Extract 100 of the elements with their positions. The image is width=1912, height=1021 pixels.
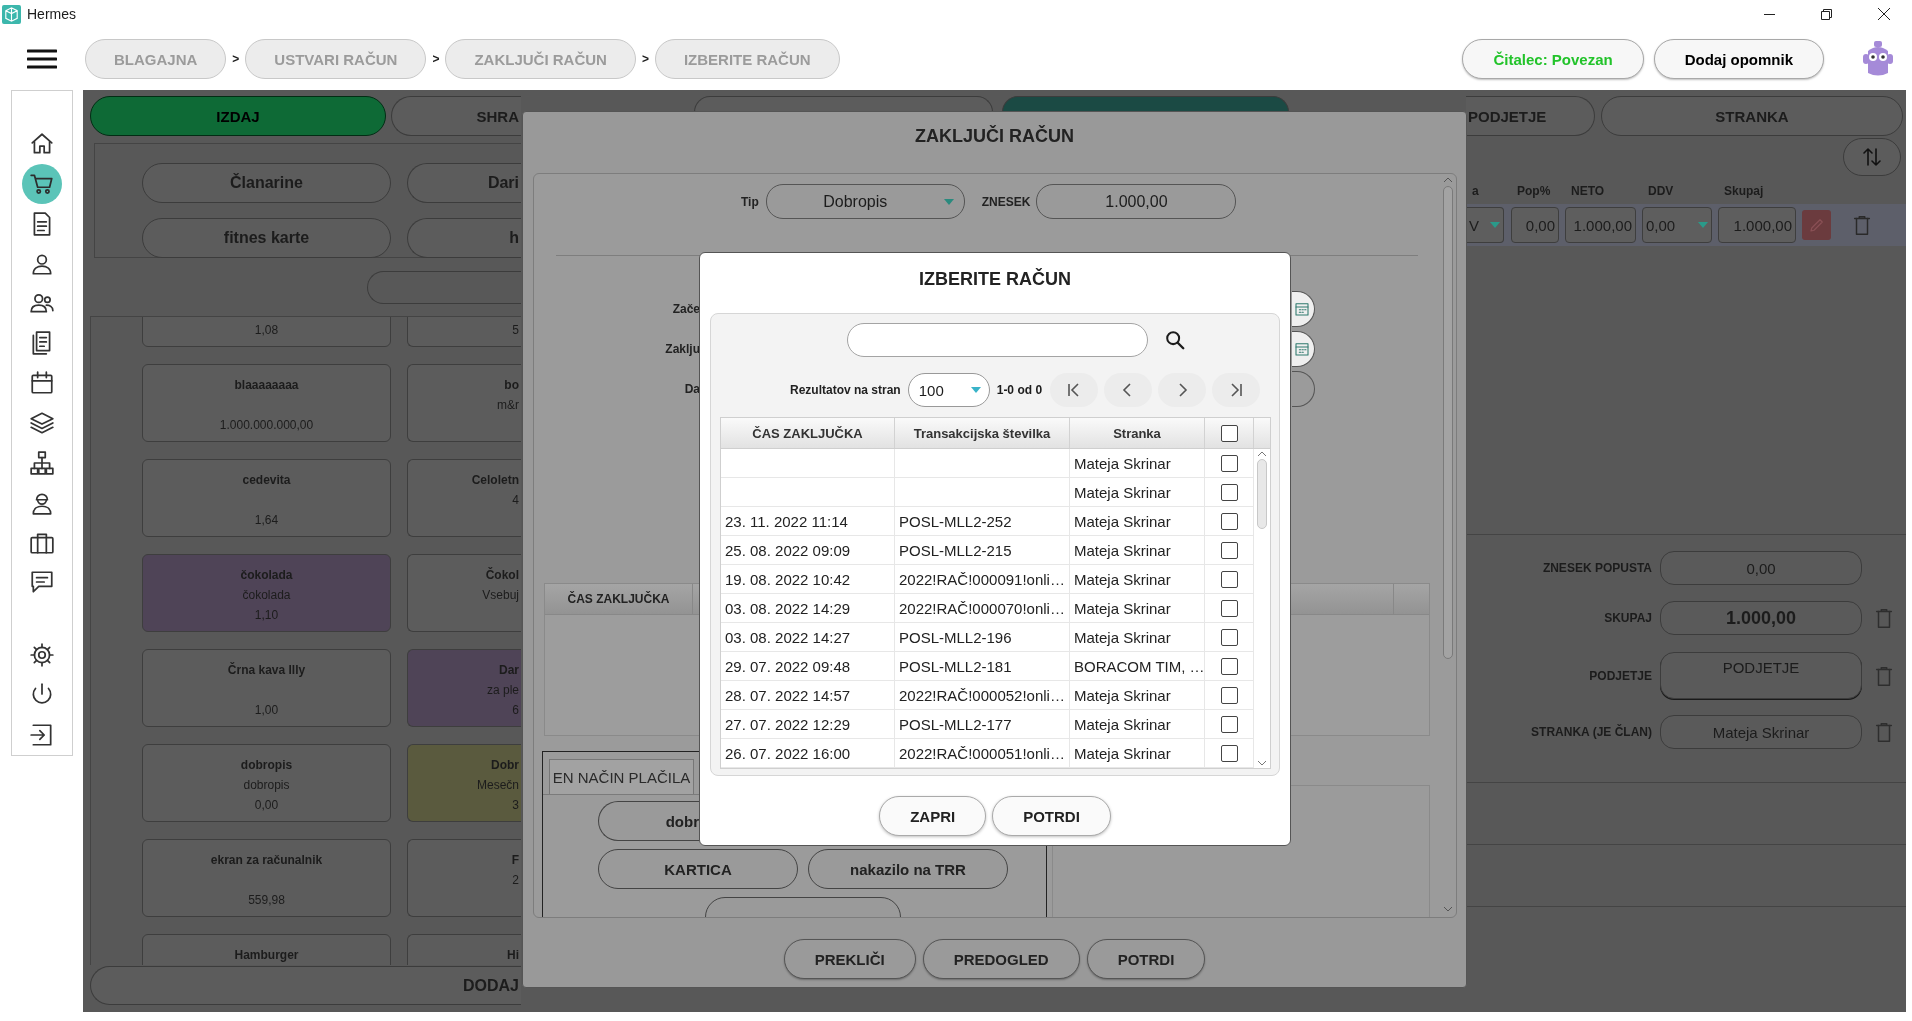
dialog-button[interactable]: PREDOGLED — [922, 939, 1080, 979]
payment-tab[interactable]: EN NAČIN PLAČILA — [549, 759, 694, 794]
dialog-button[interactable]: ZAPRI — [879, 796, 987, 836]
scroll-down-icon[interactable] — [1443, 906, 1453, 912]
table-cell: POSL-MLL2-177 — [899, 715, 1012, 733]
product-card[interactable]: bo m&r — [407, 364, 521, 442]
product-card[interactable]: F 2 — [407, 839, 521, 917]
product-card[interactable]: 5 — [407, 317, 521, 347]
row-checkbox[interactable] — [1220, 657, 1238, 675]
scrollbar-thumb[interactable] — [1257, 459, 1267, 529]
column-header: DDV — [1648, 184, 1675, 198]
page-size-dropdown[interactable]: 100 — [907, 373, 990, 407]
dialog-button[interactable]: POTRDI — [992, 796, 1111, 836]
product-card[interactable]: Dar za ple 6 — [407, 649, 521, 727]
table-cell: 2022!RAČ!000052!onli… — [899, 686, 1065, 704]
product-card[interactable]: 1,08 — [142, 317, 391, 347]
breadcrumb[interactable]: ZAKLJUČI RAČUN — [445, 39, 636, 79]
product-price: 1,64 — [254, 513, 279, 527]
product-description: m&r — [497, 398, 519, 412]
tab[interactable]: STRANKA — [1601, 96, 1903, 136]
date-picker-button[interactable] — [1292, 291, 1315, 327]
breadcrumb[interactable]: BLAGAJNA — [85, 39, 227, 79]
reminder-button[interactable]: Dodaj opomnik — [1653, 39, 1824, 79]
tab[interactable]: SHRA — [391, 96, 521, 136]
product-description: 2 — [512, 873, 519, 887]
scroll-down-icon[interactable] — [1257, 760, 1267, 766]
product-card[interactable]: Hamburger — [142, 934, 391, 965]
vat-dropdown[interactable]: 0,00 — [1642, 207, 1712, 243]
summary-field[interactable]: Mateja Skrinar — [1660, 715, 1862, 749]
row-checkbox[interactable] — [1220, 454, 1238, 472]
row-checkbox[interactable] — [1220, 599, 1238, 617]
field-label: STRANKA (JE ČLAN) — [1530, 725, 1652, 739]
breadcrumb[interactable]: IZBERITE RAČUN — [654, 39, 840, 79]
payment-method-button[interactable]: KARTICA — [598, 849, 798, 889]
product-name: čokolada — [240, 568, 293, 582]
product-card[interactable]: Celoletn 4 — [407, 459, 521, 537]
net-field[interactable]: 1.000,00 — [1565, 207, 1636, 243]
dialog-button[interactable]: PREKLIČI — [783, 939, 916, 979]
product-card[interactable]: ekran za računalnik 559,98 — [142, 839, 391, 917]
payment-method-button[interactable]: dobr — [598, 801, 700, 841]
product-card[interactable]: Črna kava Illy 1,00 — [142, 649, 391, 727]
sidebar-item[interactable] — [22, 163, 62, 204]
table-cell: Mateja Skrinar — [1074, 570, 1171, 588]
summary-field[interactable]: 0,00 — [1660, 551, 1862, 585]
reader-status-button[interactable]: Čitalec: Povezan — [1462, 39, 1644, 79]
row-checkbox[interactable] — [1220, 715, 1238, 733]
select-all-checkbox[interactable] — [1220, 424, 1238, 442]
category-button[interactable]: Dari — [407, 163, 521, 203]
company-picker[interactable]: PODJETJE — [1660, 652, 1862, 699]
discount-field[interactable]: 0,00 — [1511, 207, 1559, 243]
row-checkbox[interactable] — [1220, 744, 1238, 762]
total-field[interactable]: 1.000,00 — [1718, 207, 1796, 243]
product-card[interactable]: Dobr Mesečn 3 — [407, 744, 521, 822]
date-picker-button[interactable] — [1292, 331, 1315, 367]
category-button[interactable]: Članarine — [142, 163, 391, 203]
settings-icon — [29, 642, 55, 669]
scroll-up-icon[interactable] — [1443, 177, 1453, 183]
breadcrumb[interactable]: USTVARI RAČUN — [245, 39, 427, 79]
row-checkbox[interactable] — [1220, 512, 1238, 530]
row-checkbox[interactable] — [1220, 483, 1238, 501]
field-label: Zaklju — [664, 342, 700, 356]
product-card[interactable]: blaaaaaaaa 1.000.000.000,00 — [142, 364, 391, 442]
category-button[interactable]: fitnes karte — [142, 218, 391, 258]
row-checkbox[interactable] — [1220, 570, 1238, 588]
row-checkbox[interactable] — [1220, 628, 1238, 646]
scrollbar-thumb[interactable] — [1443, 186, 1453, 659]
table-cell: Mateja Skrinar — [1074, 744, 1171, 762]
field-label: PODJETJE — [1588, 668, 1652, 683]
scrollbar[interactable] — [1254, 449, 1270, 768]
type-dropdown[interactable]: Dobropis — [765, 184, 965, 219]
close-icon — [1877, 8, 1890, 20]
summary-field[interactable]: 1.000,00 — [1660, 601, 1862, 635]
product-card[interactable]: cedevita 1,64 — [142, 459, 391, 537]
row-checkbox[interactable] — [1220, 541, 1238, 559]
product-name: ekran za računalnik — [210, 853, 323, 867]
first-page-button[interactable] — [1050, 373, 1099, 407]
unit-dropdown[interactable]: V — [1466, 207, 1504, 243]
menu-button[interactable] — [27, 49, 57, 69]
product-card[interactable]: čokolada čokolada 1,10 — [142, 554, 391, 632]
product-price: 1.000.000.000,00 — [219, 418, 314, 432]
category-button[interactable]: h — [407, 218, 521, 258]
amount-field[interactable]: 1.000,00 — [1036, 184, 1237, 219]
product-description: 4 — [512, 493, 519, 507]
payment-method-button[interactable]: nakazilo na TRR — [808, 849, 1008, 889]
add-product-button[interactable]: DODAJ — [90, 966, 521, 1005]
tab[interactable]: PODJETJE — [1466, 96, 1595, 136]
product-card[interactable]: Čokol Vsebuj — [407, 554, 521, 632]
row-checkbox[interactable] — [1220, 686, 1238, 704]
product-price: 3 — [512, 798, 519, 812]
product-card[interactable]: Hi — [407, 934, 521, 965]
breadcrumb-separator: > — [641, 52, 649, 66]
product-card[interactable]: dobropis dobropis 0,00 — [142, 744, 391, 822]
sort-button[interactable] — [1843, 138, 1901, 176]
last-page-button[interactable] — [1212, 373, 1261, 407]
dialog-button[interactable]: POTRDI — [1086, 939, 1206, 979]
table-cell: 2022!RAČ!000091!onli… — [899, 570, 1065, 588]
scroll-up-icon[interactable] — [1257, 451, 1267, 457]
product-price: 5 — [512, 323, 519, 337]
sort-icon — [1860, 145, 1884, 169]
tab[interactable]: IZDAJ — [90, 96, 386, 136]
